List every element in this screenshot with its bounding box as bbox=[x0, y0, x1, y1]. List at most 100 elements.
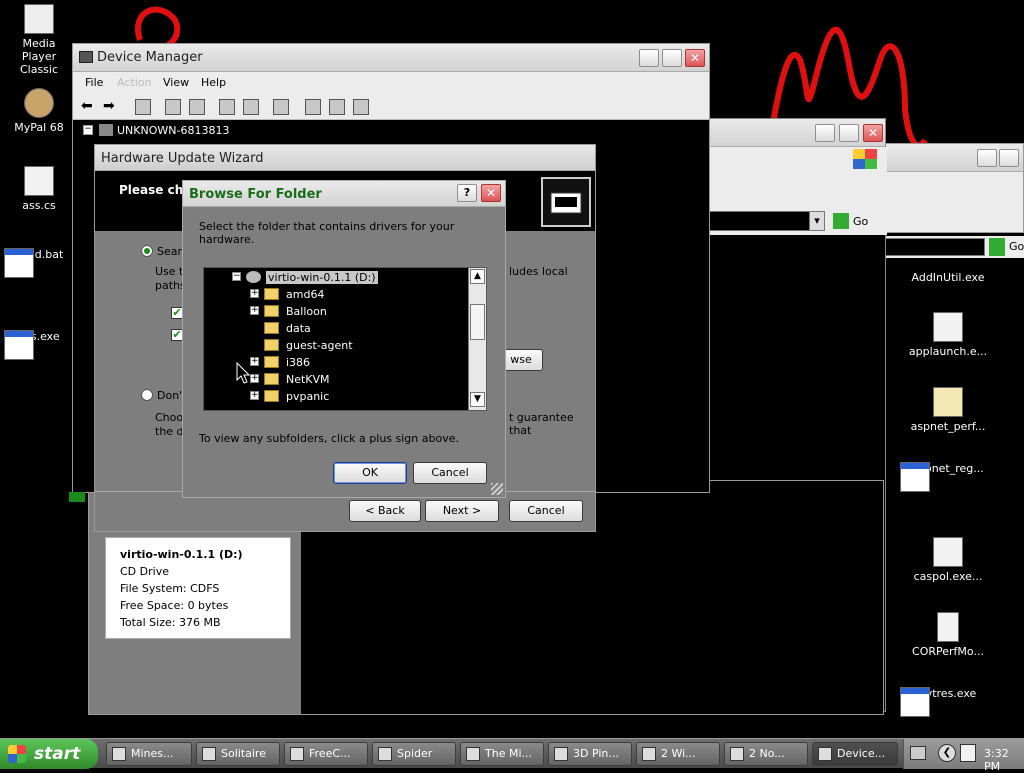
scroll-up-icon[interactable]: ▲ bbox=[470, 269, 485, 284]
back-button[interactable]: < Back bbox=[349, 500, 421, 522]
menu-help[interactable]: Help bbox=[201, 76, 226, 89]
ass-exe-icon[interactable]: ass.exe bbox=[4, 330, 74, 360]
minimize-button[interactable] bbox=[639, 49, 659, 67]
update-driver-icon[interactable] bbox=[305, 99, 321, 115]
ass-cs-icon[interactable]: ass.cs bbox=[4, 166, 74, 212]
tree-row[interactable]: data bbox=[204, 320, 466, 337]
tree-row-label: virtio-win-0.1.1 (D:) bbox=[266, 271, 378, 284]
executable-icon bbox=[4, 330, 34, 360]
taskbar-button[interactable]: 2 Wi... bbox=[636, 742, 720, 766]
collapse-icon[interactable]: − bbox=[232, 272, 241, 281]
desktop-icon-label: MyPal 68 bbox=[14, 121, 64, 134]
maximize-button[interactable] bbox=[662, 49, 682, 67]
dont-search-radio[interactable] bbox=[141, 389, 153, 401]
next-button[interactable]: Next > bbox=[425, 500, 499, 522]
go-arrow-icon[interactable] bbox=[989, 238, 1005, 256]
file-item[interactable]: AddInUtil.exe bbox=[900, 255, 996, 284]
dropdown-arrow-icon[interactable]: ▾ bbox=[809, 211, 825, 231]
file-item[interactable]: CORPerfMo... bbox=[900, 612, 996, 658]
file-item[interactable]: aspnet_reg... bbox=[900, 462, 996, 492]
network-icon[interactable] bbox=[960, 744, 976, 762]
expand-icon[interactable]: + bbox=[250, 357, 259, 366]
taskbar-button[interactable]: FreeC... bbox=[284, 742, 368, 766]
taskbar-button-label: Mines... bbox=[131, 747, 174, 760]
batch-file-icon bbox=[4, 248, 34, 278]
media-player-classic-icon[interactable]: Media Player Classic bbox=[4, 4, 74, 76]
help-icon[interactable] bbox=[219, 99, 235, 115]
address-input[interactable] bbox=[885, 238, 985, 256]
address-input[interactable] bbox=[701, 211, 811, 231]
file-item[interactable]: applaunch.e... bbox=[900, 312, 996, 358]
expand-icon[interactable]: + bbox=[250, 374, 259, 383]
tree-row-label: data bbox=[286, 322, 311, 335]
build-bat-icon[interactable]: build.bat bbox=[4, 248, 74, 278]
taskbar-button[interactable]: Device... bbox=[812, 742, 898, 766]
taskbar-button[interactable]: Mines... bbox=[106, 742, 192, 766]
expand-icon[interactable]: + bbox=[250, 289, 259, 298]
wizard-titlebar[interactable]: Hardware Update Wizard bbox=[95, 145, 595, 171]
desktop-icon-label: ass.cs bbox=[22, 199, 56, 212]
background-window-2[interactable]: Go bbox=[884, 143, 1024, 258]
menu-view[interactable]: View bbox=[163, 76, 189, 89]
tree-row-label: i386 bbox=[286, 356, 311, 369]
collapse-icon[interactable]: − bbox=[83, 125, 93, 135]
scroll-thumb[interactable] bbox=[470, 304, 485, 340]
show-hide-icon[interactable] bbox=[243, 99, 259, 115]
close-button[interactable]: ✕ bbox=[481, 184, 501, 202]
folder-icon bbox=[264, 356, 279, 368]
vertical-scrollbar[interactable]: ▲ ▼ bbox=[468, 268, 486, 410]
tree-row[interactable]: + amd64 bbox=[204, 286, 466, 303]
go-label[interactable]: Go bbox=[1009, 240, 1024, 253]
disable-icon[interactable] bbox=[353, 99, 369, 115]
go-label[interactable]: Go bbox=[853, 215, 868, 228]
keyboard-icon[interactable] bbox=[910, 746, 926, 760]
browse-for-folder-dialog[interactable]: Browse For Folder ? ✕ Select the folder … bbox=[182, 180, 506, 498]
search-radio[interactable] bbox=[141, 245, 153, 257]
start-button[interactable]: start bbox=[0, 739, 98, 769]
tree-row[interactable]: guest-agent bbox=[204, 337, 466, 354]
clock[interactable]: 3:32 PM bbox=[984, 747, 1024, 773]
expand-icon[interactable]: + bbox=[250, 391, 259, 400]
uninstall-icon[interactable] bbox=[329, 99, 345, 115]
up-folder-icon[interactable] bbox=[135, 99, 151, 115]
menu-action[interactable]: Action bbox=[117, 76, 151, 89]
file-item[interactable]: caspol.exe... bbox=[900, 537, 996, 583]
menu-file[interactable]: File bbox=[85, 76, 103, 89]
go-arrow-icon[interactable] bbox=[833, 213, 849, 229]
desktop-icon-label: Media Player Classic bbox=[19, 37, 59, 76]
taskbar-button[interactable]: The Mi... bbox=[460, 742, 544, 766]
help-button[interactable]: ? bbox=[457, 184, 477, 202]
maximize-button[interactable] bbox=[999, 149, 1019, 167]
expand-icon[interactable]: + bbox=[250, 306, 259, 315]
app-icon bbox=[818, 747, 832, 761]
scroll-down-icon[interactable]: ▼ bbox=[470, 392, 485, 407]
folder-tree[interactable]: − virtio-win-0.1.1 (D:) + amd64 + Balloon data… bbox=[203, 267, 487, 411]
taskbar-button[interactable]: Solitaire bbox=[196, 742, 280, 766]
print-icon[interactable] bbox=[189, 99, 205, 115]
tree-root-label[interactable]: UNKNOWN-6813813 bbox=[117, 124, 229, 137]
taskbar-button[interactable]: 3D Pin... bbox=[548, 742, 632, 766]
tree-row[interactable]: + pvpanic bbox=[204, 388, 466, 405]
tree-row[interactable]: + Balloon bbox=[204, 303, 466, 320]
minimize-button[interactable] bbox=[977, 149, 997, 167]
taskbar-button[interactable]: Spider bbox=[372, 742, 456, 766]
forward-arrow-icon[interactable]: ➡ bbox=[103, 99, 119, 115]
ok-button[interactable]: OK bbox=[333, 462, 407, 484]
mypal-icon[interactable]: MyPal 68 bbox=[4, 88, 74, 134]
cancel-button[interactable]: Cancel bbox=[509, 500, 583, 522]
file-item[interactable]: aspnet_perf... bbox=[900, 387, 996, 433]
device-manager-titlebar[interactable]: Device Manager bbox=[73, 44, 709, 72]
show-hidden-icons-icon[interactable]: ❮ bbox=[938, 744, 956, 762]
properties-icon[interactable] bbox=[165, 99, 181, 115]
close-button[interactable]: ✕ bbox=[863, 124, 883, 142]
close-button[interactable]: ✕ bbox=[685, 49, 705, 67]
back-arrow-icon[interactable]: ⬅ bbox=[81, 99, 97, 115]
scan-hardware-icon[interactable] bbox=[273, 99, 289, 115]
taskbar-button[interactable]: 2 No... bbox=[724, 742, 808, 766]
file-item[interactable]: cvtres.exe bbox=[900, 687, 996, 717]
maximize-button[interactable] bbox=[839, 124, 859, 142]
resize-grip-icon[interactable] bbox=[491, 483, 503, 495]
tree-row[interactable]: − virtio-win-0.1.1 (D:) bbox=[204, 269, 466, 286]
minimize-button[interactable] bbox=[815, 124, 835, 142]
cancel-button[interactable]: Cancel bbox=[413, 462, 487, 484]
